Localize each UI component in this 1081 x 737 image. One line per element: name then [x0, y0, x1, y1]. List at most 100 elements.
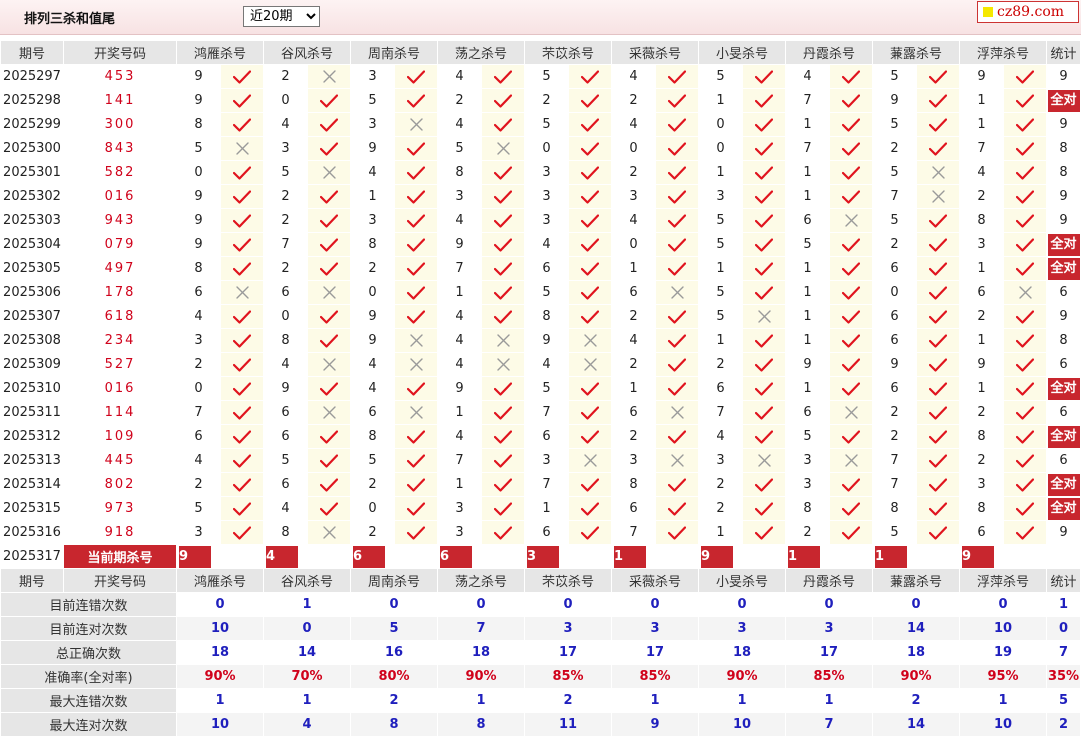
kill-number-cell: 9	[524, 328, 569, 353]
kill-number-cell: 9	[176, 208, 221, 233]
stat-value: 2	[350, 688, 438, 713]
stat-value: 90%	[176, 664, 264, 689]
period-cell: 2025311	[0, 400, 64, 425]
kill-number-cell: 2	[263, 256, 308, 281]
stat-value: 18	[176, 640, 264, 665]
kill-number-cell: 1	[785, 328, 830, 353]
check-icon	[742, 64, 786, 89]
kill-number-cell: 8	[611, 472, 656, 497]
kill-number-cell: 0	[524, 136, 569, 161]
kill-number-cell: 7	[263, 232, 308, 257]
check-icon	[742, 376, 786, 401]
check-icon	[307, 448, 351, 473]
header-expert: 采薇杀号	[611, 568, 699, 593]
cross-icon	[916, 160, 960, 185]
kill-number-cell: 5	[698, 280, 743, 305]
stat-value: 3	[785, 616, 873, 641]
stat-value: 2	[872, 688, 960, 713]
kill-number-cell: 4	[611, 64, 656, 89]
stat-value: 1	[263, 688, 351, 713]
kill-number-cell: 5	[785, 424, 830, 449]
kill-number-cell: 5	[698, 232, 743, 257]
stat-label: 目前连错次数	[0, 592, 177, 617]
header-stat: 统计	[1046, 40, 1081, 65]
kill-number-cell: 7	[176, 400, 221, 425]
check-icon	[220, 184, 264, 209]
check-icon	[220, 232, 264, 257]
current-kill-number: 6	[353, 545, 385, 568]
current-kill-number: 1	[875, 545, 907, 568]
header-expert: 芣苡杀号	[524, 40, 612, 65]
stat-row: 准确率(全对率) 90% 70% 80% 90% 85% 85% 90% 85% 90% 95% 35…	[0, 664, 1081, 689]
check-icon	[655, 424, 699, 449]
stat-cell: 9	[1046, 112, 1081, 137]
check-icon	[1003, 520, 1047, 545]
kill-number-cell: 4	[437, 304, 482, 329]
check-icon	[655, 496, 699, 521]
stat-value: 1	[263, 592, 351, 617]
table-row: 2025316 918 3 8 2 3 6 7 1 2 5 6 9	[0, 520, 1081, 545]
current-kill-cell: 3	[524, 544, 612, 569]
header-draw: 开奖号码	[63, 568, 177, 593]
check-icon	[394, 424, 438, 449]
kill-number-cell: 3	[698, 448, 743, 473]
stat-row: 总正确次数 18 14 16 18 17 17 18 17 18 19 7	[0, 640, 1081, 665]
cross-icon	[307, 352, 351, 377]
current-kill-number: 4	[266, 545, 298, 568]
check-icon	[1003, 496, 1047, 521]
check-icon	[481, 160, 525, 185]
stat-value: 17	[611, 640, 699, 665]
check-icon	[568, 472, 612, 497]
check-icon	[742, 328, 786, 353]
check-icon	[481, 232, 525, 257]
kill-number-cell: 0	[698, 112, 743, 137]
check-icon	[394, 208, 438, 233]
check-icon	[742, 472, 786, 497]
stat-label: 准确率(全对率)	[0, 664, 177, 689]
kill-number-cell: 6	[959, 520, 1004, 545]
kill-number-cell: 1	[698, 328, 743, 353]
check-icon	[220, 400, 264, 425]
header-expert: 丹霞杀号	[785, 568, 873, 593]
period-cell: 2025308	[0, 328, 64, 353]
check-icon	[394, 64, 438, 89]
header-expert: 浮萍杀号	[959, 568, 1047, 593]
kill-number-cell: 9	[872, 352, 917, 377]
check-icon	[742, 256, 786, 281]
current-kill-cell: 6	[437, 544, 525, 569]
site-logo[interactable]: cz89.com	[977, 1, 1079, 23]
kill-number-cell: 6	[176, 424, 221, 449]
current-kill-number: 9	[962, 545, 994, 568]
current-kill-cell: 4	[263, 544, 351, 569]
cross-icon	[307, 400, 351, 425]
cross-icon	[481, 352, 525, 377]
stat-cell: 全对	[1046, 256, 1081, 281]
kill-number-cell: 5	[872, 520, 917, 545]
check-icon	[568, 280, 612, 305]
check-icon	[307, 328, 351, 353]
kill-number-cell: 7	[524, 400, 569, 425]
table-row: 2025312 109 6 6 8 4 6 2 4 5 2 8 全对	[0, 424, 1081, 449]
check-icon	[220, 208, 264, 233]
check-icon	[394, 136, 438, 161]
header-expert: 采薇杀号	[611, 40, 699, 65]
kill-number-cell: 5	[263, 160, 308, 185]
check-icon	[394, 88, 438, 113]
kill-number-cell: 1	[785, 256, 830, 281]
kill-number-cell: 1	[785, 304, 830, 329]
kill-number-cell: 4	[785, 64, 830, 89]
check-icon	[220, 448, 264, 473]
top-bar: 排列三杀和值尾 近20期 cz89.com	[0, 0, 1081, 35]
header-expert: 谷风杀号	[263, 40, 351, 65]
check-icon	[568, 208, 612, 233]
period-cell: 2025314	[0, 472, 64, 497]
header-stat: 统计	[1046, 568, 1081, 593]
kill-number-cell: 7	[959, 136, 1004, 161]
kill-number-cell: 8	[524, 304, 569, 329]
header-expert: 浮萍杀号	[959, 40, 1047, 65]
kill-number-cell: 5	[524, 280, 569, 305]
period-range-select[interactable]: 近20期	[243, 6, 320, 27]
draw-number-cell: 016	[63, 184, 177, 209]
current-kill-number: 1	[788, 545, 820, 568]
stat-value: 3	[611, 616, 699, 641]
